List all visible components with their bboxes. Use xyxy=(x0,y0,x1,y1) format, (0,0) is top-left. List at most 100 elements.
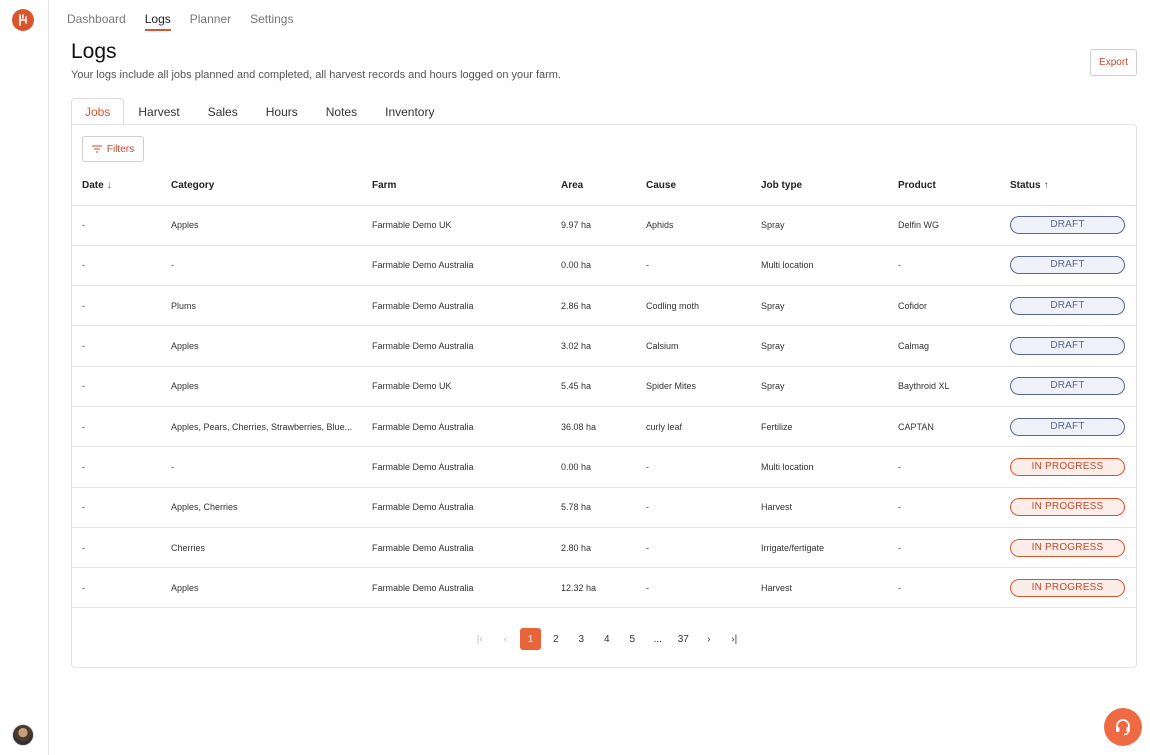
filter-icon xyxy=(91,145,102,153)
cell-cause: Aphids xyxy=(636,205,751,246)
tab-notes[interactable]: Notes xyxy=(312,98,371,125)
cell-area: 12.32 ha xyxy=(551,567,636,609)
cell-product: - xyxy=(888,446,1000,488)
cell-cause: - xyxy=(636,567,751,609)
cell-date: - xyxy=(72,567,161,609)
cell-status: DRAFT xyxy=(1000,205,1136,246)
jobs-panel: Filters Date ↓ Category Farm Area Cause J… xyxy=(71,124,1137,668)
table-row[interactable]: - Apples Farmable Demo Australia 3.02 ha Cal… xyxy=(72,325,1136,367)
col-category[interactable]: Category xyxy=(161,167,362,206)
cell-area: 5.45 ha xyxy=(551,366,636,407)
page-37[interactable]: 37 xyxy=(671,628,697,650)
export-button[interactable]: Export xyxy=(1090,49,1137,76)
cell-category: Apples xyxy=(161,567,362,609)
page-title: Logs xyxy=(71,40,117,63)
table-header-row: Date ↓ Category Farm Area Cause Job type … xyxy=(72,167,1136,206)
tab-inventory[interactable]: Inventory xyxy=(371,98,448,125)
status-badge: DRAFT xyxy=(1010,216,1125,235)
cell-cause: - xyxy=(636,487,751,528)
cell-product: - xyxy=(888,245,1000,287)
cell-status: DRAFT xyxy=(1000,285,1136,327)
status-badge: DRAFT xyxy=(1010,337,1125,356)
prev-page-icon[interactable]: ‹ xyxy=(493,628,519,650)
cell-category: Apples xyxy=(161,325,362,367)
help-button[interactable] xyxy=(1104,708,1142,746)
cell-status: IN PROGRESS xyxy=(1000,446,1136,488)
cell-job-type: Harvest xyxy=(751,487,888,528)
last-page-icon[interactable]: ›| xyxy=(722,628,748,650)
cell-job-type: Spray xyxy=(751,285,888,327)
cell-category: Apples, Pears, Cherries, Strawberries, B… xyxy=(161,406,362,448)
cell-job-type: Spray xyxy=(751,366,888,407)
table-row[interactable]: - - Farmable Demo Australia 0.00 ha - Multi l… xyxy=(72,446,1136,488)
nav-dashboard[interactable]: Dashboard xyxy=(67,0,126,31)
table-row[interactable]: - Apples, Pears, Cherries, Strawberries, … xyxy=(72,406,1136,448)
table-row[interactable]: - Plums Farmable Demo Australia 2.86 ha Codl… xyxy=(72,285,1136,327)
cell-category: Cherries xyxy=(161,527,362,569)
status-badge: IN PROGRESS xyxy=(1010,538,1125,557)
cell-status: DRAFT xyxy=(1000,325,1136,367)
cell-date: - xyxy=(72,245,161,287)
cell-farm: Farmable Demo Australia xyxy=(362,245,551,287)
tab-hours[interactable]: Hours xyxy=(252,98,312,125)
cell-job-type: Fertilize xyxy=(751,406,888,448)
status-badge: IN PROGRESS xyxy=(1010,498,1125,517)
page-subtitle: Your logs include all jobs planned and c… xyxy=(71,69,562,81)
cell-category: Apples xyxy=(161,366,362,407)
tab-jobs[interactable]: Jobs xyxy=(71,98,125,126)
cell-date: - xyxy=(72,527,161,569)
top-nav: Dashboard Logs Planner Settings xyxy=(67,0,293,31)
table-row[interactable]: - Apples Farmable Demo Australia 12.32 ha - H… xyxy=(72,567,1136,609)
next-page-icon[interactable]: › xyxy=(696,628,722,650)
cell-status: IN PROGRESS xyxy=(1000,487,1136,528)
page-4[interactable]: 4 xyxy=(594,628,620,650)
page-2[interactable]: 2 xyxy=(543,628,569,650)
cell-area: 2.86 ha xyxy=(551,285,636,327)
avatar[interactable] xyxy=(12,724,34,746)
page-3[interactable]: 3 xyxy=(569,628,595,650)
first-page-icon[interactable]: |‹ xyxy=(467,628,493,650)
logo-icon[interactable] xyxy=(12,9,34,31)
col-cause[interactable]: Cause xyxy=(636,167,751,206)
cell-product: CAPTAN xyxy=(888,406,1000,448)
page-5[interactable]: 5 xyxy=(620,628,646,650)
page-ellipsis[interactable]: ... xyxy=(645,628,671,650)
status-badge: DRAFT xyxy=(1010,377,1125,396)
col-job-type[interactable]: Job type xyxy=(751,167,888,206)
col-date[interactable]: Date ↓ xyxy=(72,167,161,206)
cell-area: 0.00 ha xyxy=(551,446,636,488)
cell-job-type: Multi location xyxy=(751,446,888,488)
col-product[interactable]: Product xyxy=(888,167,1000,206)
table-row[interactable]: - Apples Farmable Demo UK 9.97 ha Aphids Spra… xyxy=(72,205,1136,246)
cell-job-type: Spray xyxy=(751,205,888,246)
cell-date: - xyxy=(72,285,161,327)
cell-cause: Spider Mites xyxy=(636,366,751,407)
tab-sales[interactable]: Sales xyxy=(194,98,252,125)
filters-button[interactable]: Filters xyxy=(82,136,144,162)
nav-logs[interactable]: Logs xyxy=(144,0,171,31)
table-row[interactable]: - Cherries Farmable Demo Australia 2.80 ha -… xyxy=(72,527,1136,569)
tab-harvest[interactable]: Harvest xyxy=(124,98,193,125)
nav-settings[interactable]: Settings xyxy=(250,0,293,31)
nav-planner[interactable]: Planner xyxy=(190,0,231,31)
col-status[interactable]: Status ↑ xyxy=(1000,167,1136,206)
status-badge: DRAFT xyxy=(1010,296,1125,315)
col-area[interactable]: Area xyxy=(551,167,636,206)
cell-date: - xyxy=(72,406,161,448)
table-row[interactable]: - - Farmable Demo Australia 0.00 ha - Multi l… xyxy=(72,245,1136,287)
cell-status: IN PROGRESS xyxy=(1000,567,1136,609)
cell-product: Delfin WG xyxy=(888,205,1000,246)
cell-area: 2.80 ha xyxy=(551,527,636,569)
cell-status: DRAFT xyxy=(1000,245,1136,287)
table-row[interactable]: - Apples, Cherries Farmable Demo Australia… xyxy=(72,487,1136,528)
cell-status: DRAFT xyxy=(1000,406,1136,448)
col-farm[interactable]: Farm xyxy=(362,167,551,206)
cell-farm: Farmable Demo Australia xyxy=(362,446,551,488)
status-badge: IN PROGRESS xyxy=(1010,578,1125,597)
cell-area: 5.78 ha xyxy=(551,487,636,528)
page-1[interactable]: 1 xyxy=(520,628,541,650)
sort-up-icon: ↑ xyxy=(1043,180,1049,192)
table-row[interactable]: - Apples Farmable Demo UK 5.45 ha Spider Mit… xyxy=(72,366,1136,407)
cell-farm: Farmable Demo UK xyxy=(362,366,551,407)
cell-farm: Farmable Demo Australia xyxy=(362,285,551,327)
